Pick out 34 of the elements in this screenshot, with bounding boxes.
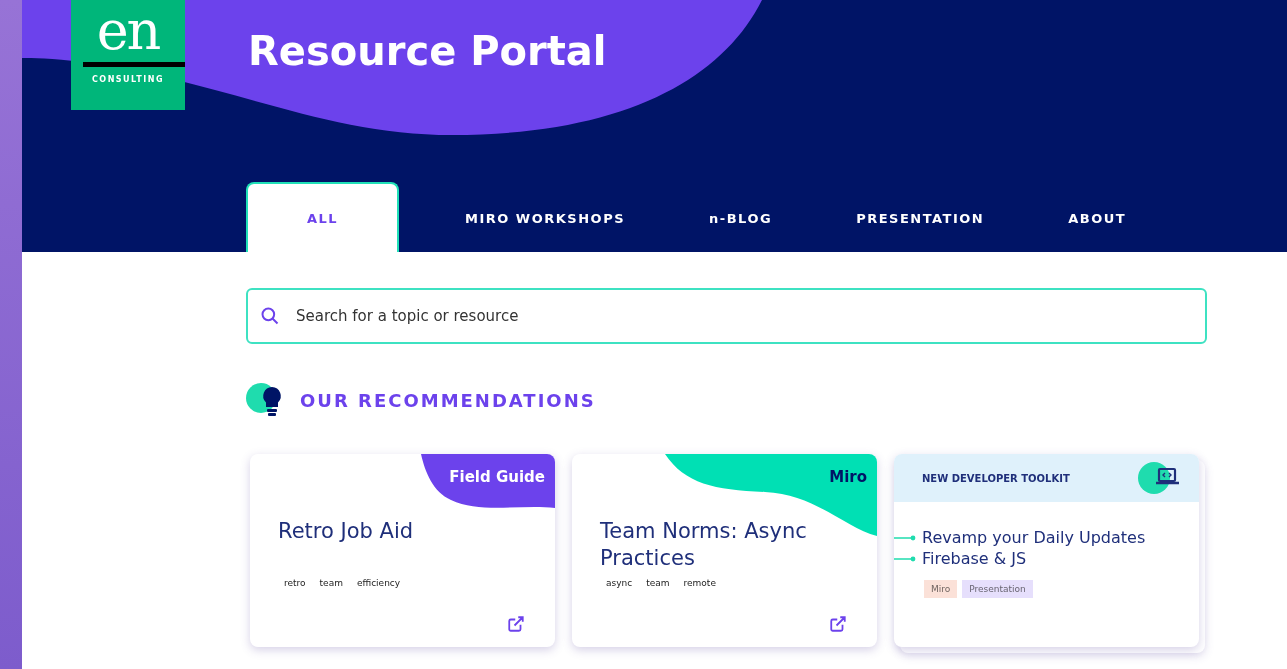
search-field[interactable]: Search for a topic or resource — [246, 288, 1207, 344]
tag: async — [606, 578, 633, 588]
label: Miro — [924, 580, 958, 598]
card-title: Team Norms: Async Practices — [600, 518, 808, 572]
category-label: Field Guide — [449, 468, 545, 486]
tag: remote — [683, 578, 716, 588]
nav-tab[interactable]: MIRO WORKSHOPS — [423, 182, 668, 252]
toolkit-link[interactable]: Revamp your Daily Updates — [922, 528, 1146, 547]
section-title: OUR RECOMMENDATIONS — [300, 389, 596, 411]
tag: retro — [284, 578, 306, 588]
search-icon — [260, 306, 280, 326]
bullet-icon — [894, 555, 916, 562]
toolkit-link[interactable]: Firebase & JS — [922, 549, 1027, 568]
logo-mark: en — [96, 0, 160, 62]
nav-tab[interactable]: PRESENTATION — [814, 182, 1027, 252]
external-link-icon[interactable] — [507, 615, 525, 633]
lightbulb-icon — [246, 382, 284, 418]
resource-card[interactable]: Miro Team Norms: Async Practices async team remote — [572, 454, 877, 647]
nav-tab[interactable]: ABOUT — [1026, 182, 1169, 252]
toolkit-card[interactable]: NEW DEVELOPER TOOLKIT Revamp your Daily Updates Firebase & JS Miro Presentation — [894, 454, 1199, 647]
nav-tab[interactable]: n-BLOG — [667, 182, 815, 252]
tag: team — [319, 578, 343, 588]
external-link-icon[interactable] — [829, 615, 847, 633]
category-label: Miro — [829, 468, 867, 486]
logo-subtitle: CONSULTING — [91, 75, 165, 84]
bullet-icon — [894, 534, 916, 541]
tag: team — [646, 578, 670, 588]
card-title: Retro Job Aid — [278, 518, 415, 545]
card-header: NEW DEVELOPER TOOLKIT — [922, 472, 1070, 484]
label: Presentation — [962, 580, 1033, 598]
nav-tab[interactable]: ALL — [246, 182, 399, 252]
resource-card[interactable]: Field Guide Retro Job Aid retro team efficiency — [250, 454, 555, 647]
page-title: Resource Portal — [248, 28, 607, 74]
tag: efficiency — [356, 578, 401, 588]
